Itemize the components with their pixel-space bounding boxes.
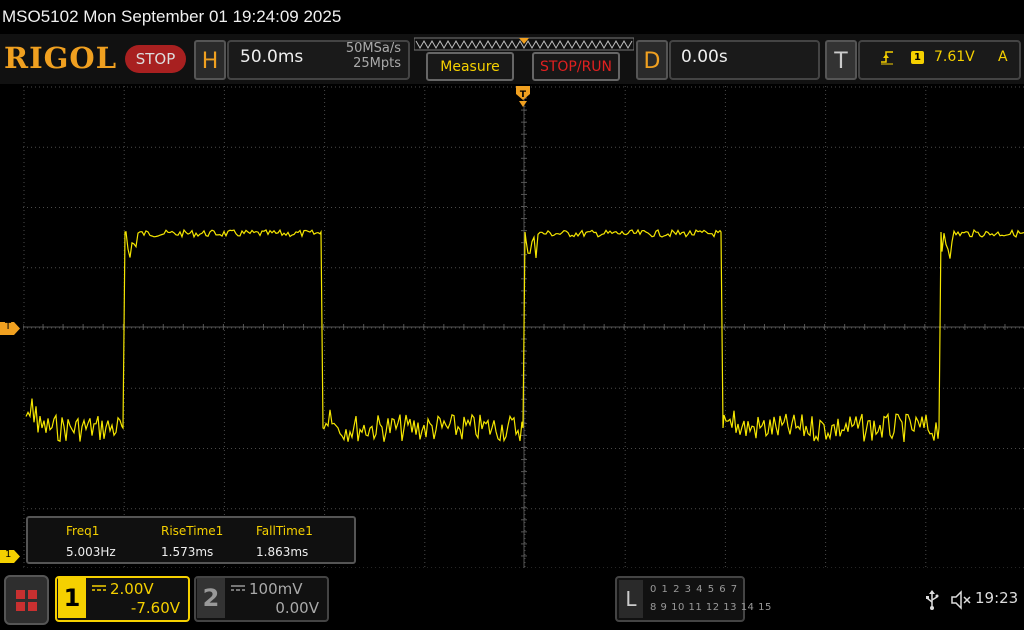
- ch2-number: 2: [197, 578, 225, 618]
- meas-value-freq: 5.003Hz: [66, 545, 116, 559]
- ch1-number: 1: [58, 578, 86, 618]
- ch1-ground-marker[interactable]: 1: [0, 548, 20, 563]
- meas-label-fall: FallTime1: [256, 524, 313, 538]
- trigger-rising-edge-icon: [881, 51, 893, 65]
- waveform-position-strip: [414, 37, 634, 51]
- timebase-value: 50.0ms: [240, 47, 304, 67]
- waveform-display[interactable]: [23, 86, 1024, 568]
- measure-button[interactable]: Measure: [426, 52, 514, 81]
- meas-label-rise: RiseTime1: [161, 524, 224, 538]
- meas-label-freq: Freq1: [66, 524, 100, 538]
- delay-value: 0.00s: [681, 47, 728, 67]
- ch2-scale: 100mV: [249, 580, 303, 598]
- menu-grid-icon[interactable]: [4, 575, 49, 625]
- run-state-badge[interactable]: STOP: [125, 45, 186, 73]
- memory-depth: 25Mpts: [353, 56, 401, 71]
- sample-rate: 50MSa/s: [345, 41, 401, 56]
- stop-run-button[interactable]: STOP/RUN: [532, 52, 620, 81]
- ch1-ground-label: 1: [5, 549, 12, 560]
- clock: 19:23: [975, 589, 1019, 607]
- trigger-level-marker[interactable]: T: [0, 320, 20, 335]
- trigger-level-label: T: [5, 321, 12, 332]
- trigger-mode: A: [998, 49, 1008, 65]
- logic-analyzer-key[interactable]: L: [619, 580, 643, 618]
- ch1-scale: 2.00V: [110, 580, 154, 598]
- svg-text:T: T: [520, 90, 527, 100]
- ch2-offset: 0.00V: [275, 599, 319, 617]
- digital-channels-low: 0 1 2 3 4 5 6 7: [650, 584, 739, 595]
- trigger-key[interactable]: T: [825, 40, 857, 80]
- usb-icon: [926, 590, 939, 610]
- trigger-position-marker[interactable]: T: [516, 86, 530, 108]
- speaker-muted-icon[interactable]: [950, 590, 972, 610]
- digital-channels-high: 8 9 10 11 12 13 14 15: [650, 602, 772, 613]
- trigger-level: 7.61V: [934, 49, 975, 65]
- dc-coupling-icon: [92, 585, 106, 591]
- meas-value-fall: 1.863ms: [256, 545, 309, 559]
- dc-coupling-icon: [231, 585, 245, 591]
- trigger-source-badge: 1: [911, 51, 924, 64]
- meas-value-rise: 1.573ms: [161, 545, 214, 559]
- horizontal-key[interactable]: H: [194, 40, 226, 80]
- brand-logo: RIGOL: [4, 41, 118, 75]
- delay-key[interactable]: D: [636, 40, 668, 80]
- acquisition-info: 50MSa/s 25Mpts: [333, 41, 401, 71]
- status-title: MSO5102 Mon September 01 19:24:09 2025: [0, 0, 1024, 34]
- ch1-offset: -7.60V: [130, 599, 180, 617]
